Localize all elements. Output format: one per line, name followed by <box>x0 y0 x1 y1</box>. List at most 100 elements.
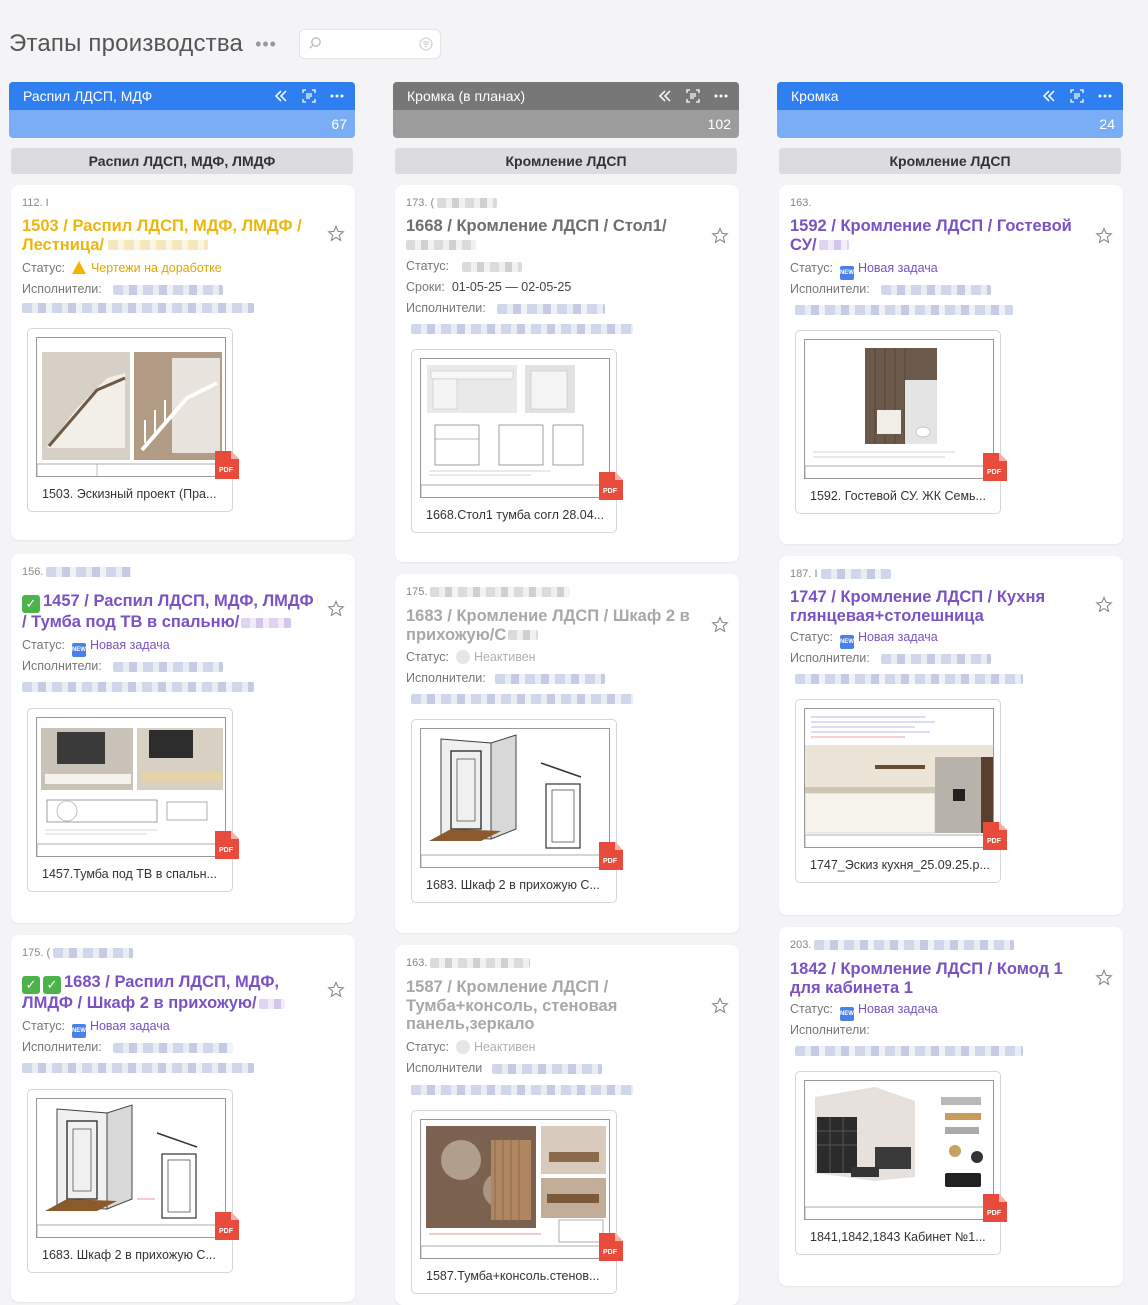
task-card[interactable]: 203. 1842 / Кромление ЛДСП / Комод 1 для… <box>779 927 1123 1286</box>
attachment-card[interactable]: PDF 1457.Тумба под ТВ в спальн... <box>27 708 239 892</box>
card-title[interactable]: 1587 / Кромление ЛДСП / Тумба+консоль, с… <box>406 978 698 1034</box>
assignees-list <box>795 1046 1023 1056</box>
status-value: Новая задача <box>857 261 938 275</box>
more-horizontal-icon[interactable] <box>1097 88 1113 104</box>
card-id: 156. <box>22 566 132 578</box>
pdf-icon: PDF <box>599 842 623 870</box>
scan-icon[interactable] <box>1069 88 1085 104</box>
card-title[interactable]: 1747 / Кромление ЛДСП / Кухня глянцевая+… <box>790 588 1082 625</box>
assignees-list <box>411 324 633 334</box>
star-icon[interactable] <box>711 227 729 245</box>
task-card[interactable]: 163. 1592 / Кромление ЛДСП / Гостевой СУ… <box>779 185 1123 544</box>
attachment-name: 1683. Шкаф 2 в прихожую С... <box>426 878 600 892</box>
status-value: Чертежи на доработке <box>90 261 222 275</box>
card-title[interactable]: 1503 / Распил ЛДСП, МДФ, ЛМДФ / Лестница… <box>22 217 314 254</box>
column-kromka-plan: Кромка (в планах) 102 Кромление ЛДСП 173… <box>393 82 739 1305</box>
attachment-preview <box>804 339 994 479</box>
search-input[interactable] <box>325 34 416 54</box>
svg-text:PDF: PDF <box>219 847 234 854</box>
star-icon[interactable] <box>711 997 729 1015</box>
filter-icon[interactable] <box>419 37 433 51</box>
attachment-card[interactable]: PDF 1683. Шкаф 2 в прихожую С... <box>27 1089 239 1273</box>
page-more-button[interactable]: ••• <box>255 34 277 55</box>
attachment-preview <box>36 1098 226 1238</box>
card-id: 112. I <box>22 197 49 209</box>
task-card[interactable]: 173. ( 1668 / Кромление ЛДСП / Стол1/ Ст… <box>395 185 739 562</box>
more-horizontal-icon[interactable] <box>713 88 729 104</box>
column-header[interactable]: Кромка (в планах) 102 <box>393 82 739 138</box>
card-title[interactable]: 1683 / Кромление ЛДСП / Шкаф 2 в прихожу… <box>406 607 698 644</box>
attachment-card[interactable]: PDF 1503. Эскизный проект (Пра... <box>27 328 239 512</box>
column-count: 67 <box>331 116 347 132</box>
status-row: Статус: NEW Новая задача <box>790 630 938 649</box>
star-icon[interactable] <box>327 600 345 618</box>
attachment-preview <box>804 708 994 848</box>
card-title[interactable]: ✓ ✓ 1683 / Распил ЛДСП, МДФ, ЛМДФ / Шкаф 2… <box>22 973 314 1013</box>
attachment-card[interactable]: PDF 1587.Тумба+консоль.стенов... <box>411 1110 623 1294</box>
svg-text:PDF: PDF <box>603 858 618 865</box>
assignees-list <box>411 1085 633 1095</box>
star-icon[interactable] <box>327 225 345 243</box>
status-row: Статус: <box>406 259 523 273</box>
dates-value: 01-05-25 — 02-05-25 <box>451 280 572 294</box>
attachment-card[interactable]: PDF 1592. Гостевой СУ. ЖК Семь... <box>795 330 1007 514</box>
inactive-icon <box>455 650 470 664</box>
attachment-card[interactable]: PDF 1841,1842,1843 Кабинет №1... <box>795 1071 1007 1255</box>
pdf-icon: PDF <box>599 472 623 500</box>
column-raspil: Распил ЛДСП, МДФ 67 Распил ЛДСП, МДФ, ЛМ… <box>9 82 355 1302</box>
assignees-row: Исполнители: <box>406 671 606 685</box>
svg-text:PDF: PDF <box>987 469 1002 476</box>
scan-icon[interactable] <box>301 88 317 104</box>
card-title[interactable]: 1842 / Кромление ЛДСП / Комод 1 для каби… <box>790 960 1082 997</box>
assignees-list <box>22 303 254 313</box>
column-name: Распил ЛДСП, МДФ <box>23 88 153 104</box>
scan-icon[interactable] <box>685 88 701 104</box>
double-chevron-left-icon[interactable] <box>1041 88 1057 104</box>
task-card[interactable]: 112. I 1503 / Распил ЛДСП, МДФ, ЛМДФ / Л… <box>11 185 355 540</box>
column-kromka: Кромка 24 Кромление ЛДСП 163. 1592 / Кро… <box>777 82 1123 1286</box>
stage-label: Кромление ЛДСП <box>779 148 1121 174</box>
assignees-list <box>22 1063 254 1073</box>
star-icon[interactable] <box>327 981 345 999</box>
task-card[interactable]: 175. 1683 / Кромление ЛДСП / Шкаф 2 в пр… <box>395 574 739 933</box>
attachment-name: 1592. Гостевой СУ. ЖК Семь... <box>810 489 986 503</box>
page-header: Этапы производства ••• <box>9 26 441 62</box>
double-chevron-left-icon[interactable] <box>657 88 673 104</box>
column-header[interactable]: Кромка 24 <box>777 82 1123 138</box>
task-card[interactable]: 156. ✓ 1457 / Распил ЛДСП, МДФ, ЛМДФ / Ту… <box>11 554 355 923</box>
pdf-icon: PDF <box>983 822 1007 850</box>
attachment-name: 1747_Эскиз кухня_25.09.25.p... <box>810 858 990 872</box>
task-card[interactable]: 163. 1587 / Кромление ЛДСП / Тумба+консо… <box>395 945 739 1305</box>
attachment-card[interactable]: PDF 1747_Эскиз кухня_25.09.25.p... <box>795 699 1007 883</box>
star-icon[interactable] <box>1095 227 1113 245</box>
card-title[interactable]: ✓ 1457 / Распил ЛДСП, МДФ, ЛМДФ / Тумба п… <box>22 592 314 632</box>
card-title[interactable]: 1592 / Кромление ЛДСП / Гостевой СУ/ <box>790 217 1082 254</box>
status-value: Новая задача <box>857 1002 938 1016</box>
status-row: Статус: Неактивен <box>406 1040 536 1054</box>
star-icon[interactable] <box>1095 596 1113 614</box>
page-title: Этапы производства <box>9 30 244 57</box>
svg-text:PDF: PDF <box>603 1249 618 1256</box>
card-title[interactable]: 1668 / Кромление ЛДСП / Стол1/ <box>406 217 698 254</box>
task-card[interactable]: 175. ( ✓ ✓ 1683 / Распил ЛДСП, МДФ, ЛМДФ /… <box>11 935 355 1302</box>
attachment-card[interactable]: PDF 1683. Шкаф 2 в прихожую С... <box>411 719 623 903</box>
svg-text:PDF: PDF <box>987 1210 1002 1217</box>
star-icon[interactable] <box>1095 969 1113 987</box>
more-horizontal-icon[interactable] <box>329 88 345 104</box>
search-box[interactable] <box>298 29 441 59</box>
assignees-row: Исполнители: <box>406 301 606 315</box>
assignees-row: Исполнители: <box>22 282 224 296</box>
card-id: 163. <box>790 197 812 209</box>
assignees-list <box>411 694 633 704</box>
star-icon[interactable] <box>711 616 729 634</box>
svg-text:PDF: PDF <box>219 1228 234 1235</box>
attachment-card[interactable]: PDF 1668.Стол1 тумба согл 28.04... <box>411 349 623 533</box>
stage-label: Кромление ЛДСП <box>395 148 737 174</box>
task-card[interactable]: 187. I 1747 / Кромление ЛДСП / Кухня гля… <box>779 556 1123 915</box>
assignees-row: Исполнители <box>406 1061 602 1075</box>
double-chevron-left-icon[interactable] <box>273 88 289 104</box>
column-header[interactable]: Распил ЛДСП, МДФ 67 <box>9 82 355 138</box>
card-id: 203. <box>790 939 1015 951</box>
status-row: Статус: Чертежи на доработке <box>22 261 222 275</box>
svg-text:PDF: PDF <box>603 488 618 495</box>
